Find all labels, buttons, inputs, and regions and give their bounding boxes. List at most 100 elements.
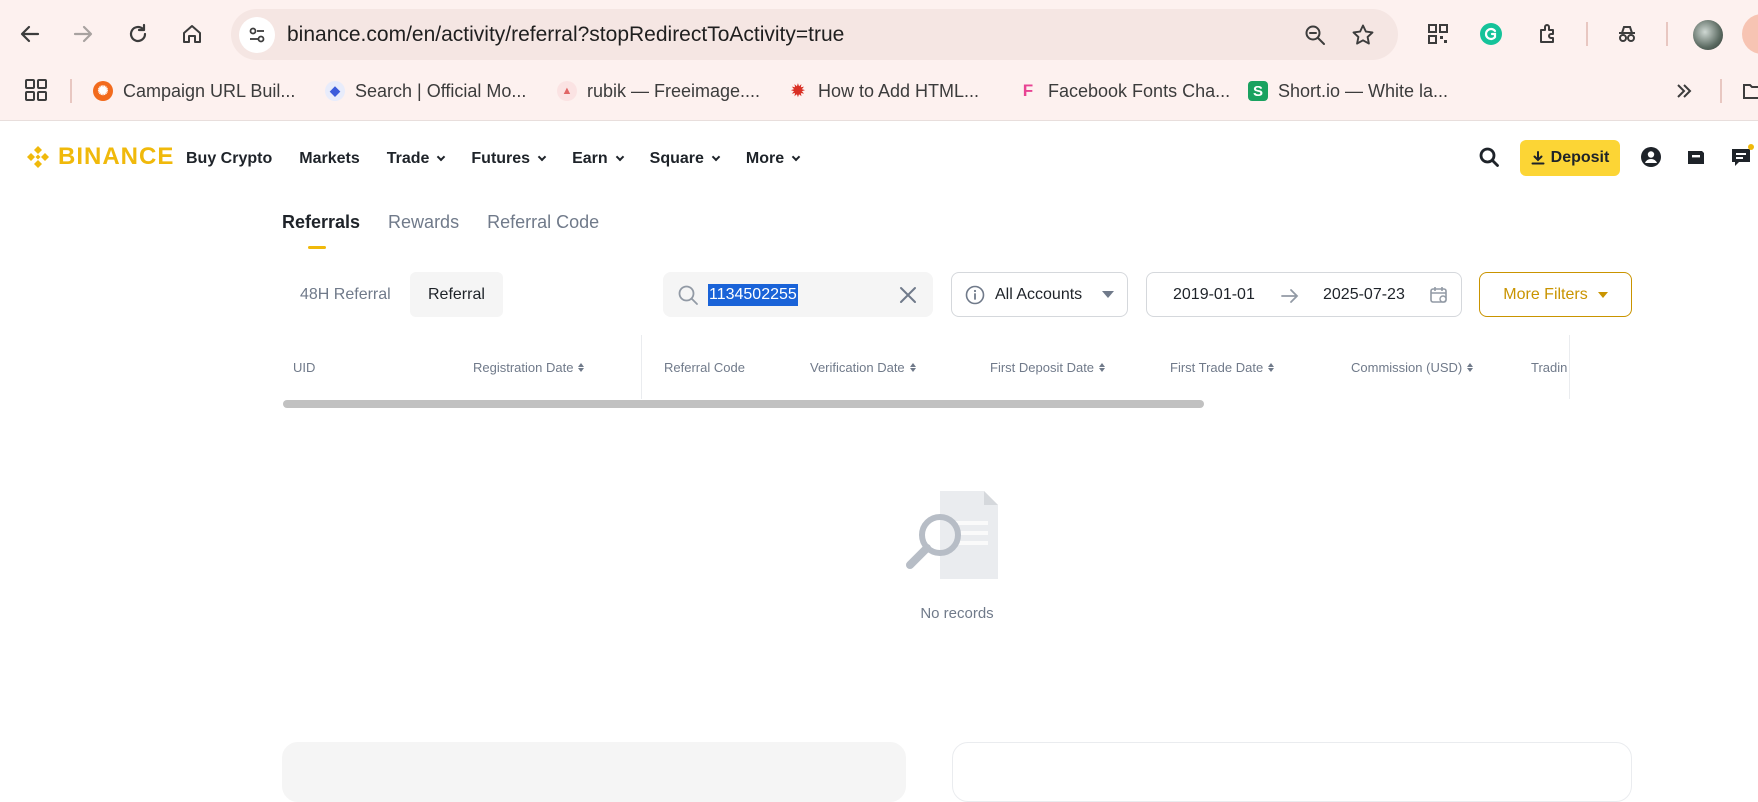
wallet-icon[interactable] xyxy=(1683,144,1709,170)
bookmark-star-icon[interactable] xyxy=(1349,21,1377,49)
bookmarks-bar: ✺ Campaign URL Buil... ◆ Search | Offici… xyxy=(0,72,1758,110)
tab-referral-code[interactable]: Referral Code xyxy=(487,212,599,243)
reload-button[interactable] xyxy=(118,14,158,54)
clear-icon[interactable] xyxy=(898,285,918,305)
qr-code-icon[interactable] xyxy=(1422,18,1454,50)
deposit-button[interactable]: Deposit xyxy=(1520,140,1620,176)
empty-state-illustration xyxy=(900,485,1014,585)
column-trading: Tradin xyxy=(1531,360,1568,375)
column-first-deposit-date[interactable]: First Deposit Date xyxy=(990,360,1106,375)
sort-icon[interactable] xyxy=(578,363,585,372)
horizontal-scrollbar[interactable] xyxy=(283,400,1204,408)
download-icon xyxy=(1531,151,1545,165)
html-favicon: ✹ xyxy=(791,83,805,100)
sort-icon[interactable] xyxy=(1268,363,1275,372)
menu-buy-crypto[interactable]: Buy Crypto xyxy=(186,150,272,168)
zoom-icon[interactable] xyxy=(1301,21,1329,49)
column-divider xyxy=(641,335,642,399)
bookmark-search[interactable]: ◆ Search | Official Mo... xyxy=(325,76,526,106)
search-icon xyxy=(678,285,698,305)
chevron-down-icon xyxy=(615,152,624,162)
main-menu: Buy Crypto Markets Trade Futures Earn Sq… xyxy=(186,150,801,168)
menu-trade[interactable]: Trade xyxy=(387,150,446,168)
profile-badge[interactable] xyxy=(1742,14,1758,54)
bookmark-freeimage[interactable]: ▲ rubik — Freeimage.... xyxy=(557,76,760,106)
column-referral-code: Referral Code xyxy=(664,360,745,375)
sort-icon[interactable] xyxy=(909,363,916,372)
sort-icon[interactable] xyxy=(1099,363,1106,372)
uid-search-input[interactable]: 1134502255 xyxy=(663,272,933,317)
bookmark-facebook-fonts[interactable]: F Facebook Fonts Cha... xyxy=(1018,76,1230,106)
url-text[interactable]: binance.com/en/activity/referral?stopRed… xyxy=(287,23,844,47)
date-range-picker[interactable]: 2019-01-01 2025-07-23 xyxy=(1146,272,1462,317)
search-icon[interactable] xyxy=(1476,144,1502,170)
chevron-down-icon xyxy=(537,152,547,162)
home-button[interactable] xyxy=(172,14,212,54)
forward-arrow-icon xyxy=(73,25,93,43)
profile-avatar[interactable] xyxy=(1693,20,1723,50)
forward-button[interactable] xyxy=(63,14,103,54)
grammarly-icon[interactable] xyxy=(1475,18,1507,50)
accounts-select[interactable]: All Accounts xyxy=(951,272,1128,317)
home-icon xyxy=(183,25,201,43)
reload-icon xyxy=(129,23,147,43)
segment-48h-referral[interactable]: 48H Referral xyxy=(282,272,409,317)
notification-dot xyxy=(1748,144,1754,150)
chevron-down-icon xyxy=(711,152,721,162)
menu-futures[interactable]: Futures xyxy=(471,150,547,168)
column-commission[interactable]: Commission (USD) xyxy=(1351,360,1474,375)
tune-icon xyxy=(249,27,265,43)
apps-grid-icon[interactable] xyxy=(24,78,48,102)
empty-state-text: No records xyxy=(920,605,994,622)
document-search-icon xyxy=(906,491,998,579)
caret-down-icon xyxy=(1597,291,1608,298)
back-arrow-icon xyxy=(20,25,40,43)
more-filters-button[interactable]: More Filters xyxy=(1479,272,1632,317)
account-icon[interactable] xyxy=(1638,144,1664,170)
search-value: 1134502255 xyxy=(708,284,798,306)
date-to[interactable]: 2025-07-23 xyxy=(1323,286,1405,304)
column-uid: UID xyxy=(293,360,316,375)
column-divider xyxy=(1569,335,1570,399)
back-button[interactable] xyxy=(10,14,50,54)
date-from[interactable]: 2019-01-01 xyxy=(1173,286,1255,304)
binance-logo[interactable]: BINANCE xyxy=(24,143,174,171)
messages-icon[interactable] xyxy=(1728,144,1754,170)
column-verification-date[interactable]: Verification Date xyxy=(810,360,916,375)
segment-referral[interactable]: Referral xyxy=(410,272,503,317)
column-first-trade-date[interactable]: First Trade Date xyxy=(1170,360,1275,375)
facebook-fonts-favicon: F xyxy=(1022,81,1034,100)
column-registration-date[interactable]: Registration Date xyxy=(473,360,585,375)
menu-markets[interactable]: Markets xyxy=(299,150,359,168)
bookmark-shortio[interactable]: S Short.io — White la... xyxy=(1248,76,1448,106)
chevron-down-icon xyxy=(791,152,801,162)
bookmarks-folder-icon[interactable] xyxy=(1742,76,1758,106)
tab-referrals[interactable]: Referrals xyxy=(282,212,360,249)
address-bar[interactable]: binance.com/en/activity/referral?stopRed… xyxy=(231,9,1398,60)
more-bookmarks-icon[interactable] xyxy=(1674,76,1694,106)
menu-square[interactable]: Square xyxy=(650,150,721,168)
site-info-button[interactable] xyxy=(239,17,275,53)
bookmark-campaign[interactable]: ✺ Campaign URL Buil... xyxy=(93,76,295,106)
menu-earn[interactable]: Earn xyxy=(572,150,624,168)
referral-tabs: Referrals Rewards Referral Code xyxy=(282,212,599,249)
bookmark-html[interactable]: ✹ How to Add HTML... xyxy=(788,76,979,106)
arrow-right-icon xyxy=(1281,289,1299,303)
caret-down-icon xyxy=(1102,291,1115,298)
freeimage-favicon: ▲ xyxy=(557,81,577,101)
incognito-icon[interactable] xyxy=(1611,18,1643,50)
menu-more[interactable]: More xyxy=(746,150,801,168)
calendar-icon[interactable] xyxy=(1429,285,1449,305)
info-icon xyxy=(965,285,985,304)
sort-icon[interactable] xyxy=(1467,363,1474,372)
shortio-favicon: S xyxy=(1248,81,1268,101)
browser-chrome: binance.com/en/activity/referral?stopRed… xyxy=(0,0,1758,121)
campaign-favicon: ✺ xyxy=(93,81,113,101)
table-header: UID Registration Date Referral Code Veri… xyxy=(282,335,1570,399)
extensions-icon[interactable] xyxy=(1532,18,1564,50)
tab-rewards[interactable]: Rewards xyxy=(388,212,459,243)
summary-card-left xyxy=(282,742,906,802)
binance-logo-icon xyxy=(27,146,49,168)
chevron-down-icon xyxy=(437,152,446,162)
site-header: BINANCE Buy Crypto Markets Trade Futures… xyxy=(0,121,1758,197)
